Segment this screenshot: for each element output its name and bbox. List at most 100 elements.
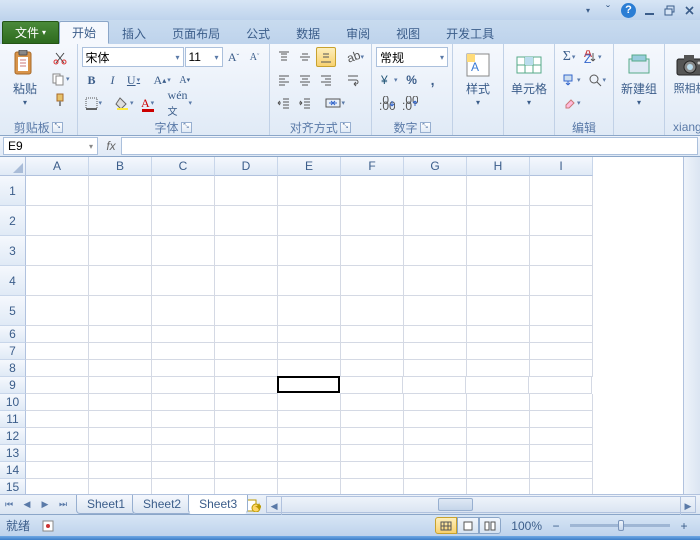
cell[interactable] [404,326,467,343]
minimize-window-icon[interactable] [642,3,656,17]
cell[interactable] [278,236,341,266]
cell[interactable] [26,428,89,445]
cell[interactable] [152,236,215,266]
bold-button[interactable]: B [82,70,102,90]
cell[interactable] [530,236,593,266]
dialog-launcher-icon[interactable]: ⤡ [340,122,351,133]
cell[interactable] [341,326,404,343]
cell[interactable] [278,206,341,236]
zoom-level[interactable]: 100% [511,519,542,533]
cell[interactable] [466,377,529,394]
cell[interactable] [89,360,152,377]
column-header[interactable]: H [467,157,530,176]
wrap-text-button[interactable] [343,70,363,90]
cell[interactable] [89,266,152,296]
column-header[interactable]: I [530,157,593,176]
cell[interactable] [89,206,152,236]
cell[interactable] [530,445,593,462]
restore-window-icon[interactable] [662,3,676,17]
cell[interactable] [404,206,467,236]
cell[interactable] [530,206,593,236]
cell[interactable] [215,343,278,360]
cell[interactable] [404,462,467,479]
close-window-icon[interactable] [682,3,696,17]
cell[interactable] [467,411,530,428]
cell[interactable] [215,360,278,377]
cell[interactable] [89,445,152,462]
align-top-button[interactable] [274,47,294,67]
cell[interactable] [215,445,278,462]
cell[interactable] [26,343,89,360]
cell[interactable] [26,176,89,206]
page-layout-view-button[interactable] [457,517,479,534]
cell[interactable] [467,176,530,206]
cell[interactable] [215,296,278,326]
cell[interactable] [341,206,404,236]
column-header[interactable]: D [215,157,278,176]
cell[interactable] [89,411,152,428]
cell[interactable] [152,394,215,411]
cell[interactable] [467,428,530,445]
cell[interactable] [404,343,467,360]
cell[interactable] [530,411,593,428]
copy-button[interactable] [48,69,73,89]
normal-view-button[interactable] [435,517,457,534]
decrease-decimal-button[interactable]: .00.0 [399,93,421,113]
cell[interactable] [529,377,592,394]
align-bottom-button[interactable] [316,47,336,67]
dialog-launcher-icon[interactable]: ⤡ [52,122,63,133]
cell[interactable] [467,445,530,462]
cell[interactable] [341,266,404,296]
tab-3[interactable]: 公式 [233,21,283,44]
percent-button[interactable]: % [402,70,422,90]
italic-button[interactable]: I [103,70,123,90]
tab-6[interactable]: 视图 [383,21,433,44]
cell[interactable] [278,462,341,479]
cell[interactable] [152,445,215,462]
decrease-indent-button[interactable] [274,93,294,113]
row-header[interactable]: 13 [0,445,26,462]
autosum-button[interactable]: Σ [559,47,579,67]
next-sheet-button[interactable]: ▶ [36,496,54,514]
cell[interactable] [26,445,89,462]
phonetic-button[interactable]: wén文 [165,93,196,113]
cell[interactable] [341,343,404,360]
tab-1[interactable]: 插入 [109,21,159,44]
increase-indent-button[interactable] [295,93,315,113]
cell[interactable] [278,411,341,428]
tab-file[interactable]: 文件 ▾ [2,21,59,44]
format-painter-button[interactable] [48,90,73,110]
align-middle-button[interactable] [295,47,315,67]
cell[interactable] [341,394,404,411]
row-header[interactable]: 2 [0,206,26,236]
cell[interactable] [530,360,593,377]
cell[interactable] [404,445,467,462]
cell[interactable] [467,266,530,296]
cell[interactable] [215,394,278,411]
cells-button[interactable]: 单元格▾ [508,46,550,119]
decrease-font-button[interactable]: Aˇ [245,47,265,67]
cell[interactable] [277,376,340,393]
cell[interactable] [26,296,89,326]
cell[interactable] [530,296,593,326]
cell[interactable] [278,394,341,411]
cell[interactable] [278,343,341,360]
cell[interactable] [530,343,593,360]
cell[interactable] [152,326,215,343]
increase-font-button[interactable]: Aˇ [224,47,244,67]
sheet-tab[interactable]: Sheet1 [76,495,136,514]
cell[interactable] [215,266,278,296]
cell[interactable] [341,360,404,377]
minimize-ribbon-icon[interactable]: ˇ [601,3,615,17]
cell[interactable] [215,236,278,266]
cell[interactable] [467,236,530,266]
cell[interactable] [152,411,215,428]
find-button[interactable] [585,70,610,90]
cell[interactable] [89,479,152,494]
cell[interactable] [26,206,89,236]
cell[interactable] [467,343,530,360]
tab-2[interactable]: 页面布局 [159,21,233,44]
cell[interactable] [404,176,467,206]
clear-button[interactable] [559,93,584,113]
cell[interactable] [26,266,89,296]
